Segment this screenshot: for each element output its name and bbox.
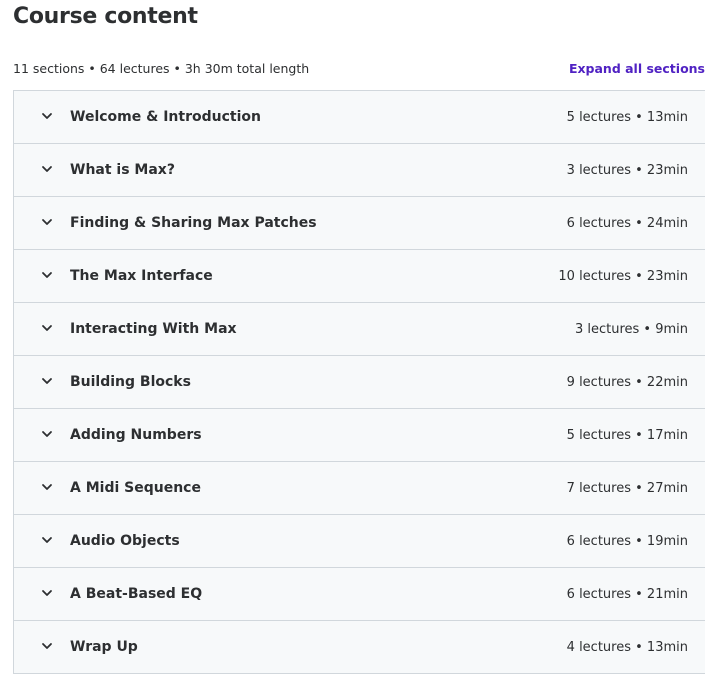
section-title: Audio Objects [70,533,180,549]
section-meta: 3 lectures • 23min [566,162,688,178]
chevron-down-icon [41,534,53,546]
section-title: Finding & Sharing Max Patches [70,215,317,231]
section-row[interactable]: Audio Objects 6 lectures • 19min [14,515,705,568]
section-meta: 5 lectures • 13min [566,109,688,125]
chevron-down-icon [41,640,53,652]
section-row[interactable]: Welcome & Introduction 5 lectures • 13mi… [14,91,705,144]
chevron-down-icon [41,216,53,228]
chevron-down-icon [41,428,53,440]
section-meta: 10 lectures • 23min [558,268,688,284]
section-row[interactable]: Building Blocks 9 lectures • 22min [14,356,705,409]
section-row[interactable]: Interacting With Max 3 lectures • 9min [14,303,705,356]
section-meta: 4 lectures • 13min [566,639,688,655]
section-title: A Beat-Based EQ [70,586,203,602]
section-meta: 3 lectures • 9min [574,321,688,337]
section-row[interactable]: Adding Numbers 5 lectures • 17min [14,409,705,462]
chevron-down-icon [41,269,53,281]
section-title: Building Blocks [70,374,191,390]
chevron-down-icon [41,322,53,334]
section-meta: 9 lectures • 22min [566,374,688,390]
section-title: Wrap Up [70,639,138,655]
section-row[interactable]: The Max Interface 10 lectures • 23min [14,250,705,303]
course-meta-row: 11 sections • 64 lectures • 3h 30m total… [13,60,705,80]
page-title: Course content [13,4,198,29]
expand-all-sections-button[interactable]: Expand all sections [569,61,705,76]
section-title: Interacting With Max [70,321,237,337]
chevron-down-icon [41,163,53,175]
course-summary: 11 sections • 64 lectures • 3h 30m total… [13,61,310,76]
section-row[interactable]: A Midi Sequence 7 lectures • 27min [14,462,705,515]
section-meta: 6 lectures • 24min [566,215,688,231]
chevron-down-icon [41,375,53,387]
chevron-down-icon [41,481,53,493]
section-list: Welcome & Introduction 5 lectures • 13mi… [13,90,705,674]
section-meta: 6 lectures • 19min [566,533,688,549]
chevron-down-icon [41,110,53,122]
section-row[interactable]: What is Max? 3 lectures • 23min [14,144,705,197]
chevron-down-icon [41,587,53,599]
section-title: A Midi Sequence [70,480,201,496]
section-row[interactable]: Wrap Up 4 lectures • 13min [14,621,705,674]
section-title: Welcome & Introduction [70,109,261,125]
section-title: What is Max? [70,162,175,178]
section-row[interactable]: A Beat-Based EQ 6 lectures • 21min [14,568,705,621]
section-row[interactable]: Finding & Sharing Max Patches 6 lectures… [14,197,705,250]
section-meta: 5 lectures • 17min [566,427,688,443]
section-meta: 6 lectures • 21min [566,586,688,602]
section-meta: 7 lectures • 27min [566,480,688,496]
section-title: The Max Interface [70,268,213,284]
section-title: Adding Numbers [70,427,202,443]
